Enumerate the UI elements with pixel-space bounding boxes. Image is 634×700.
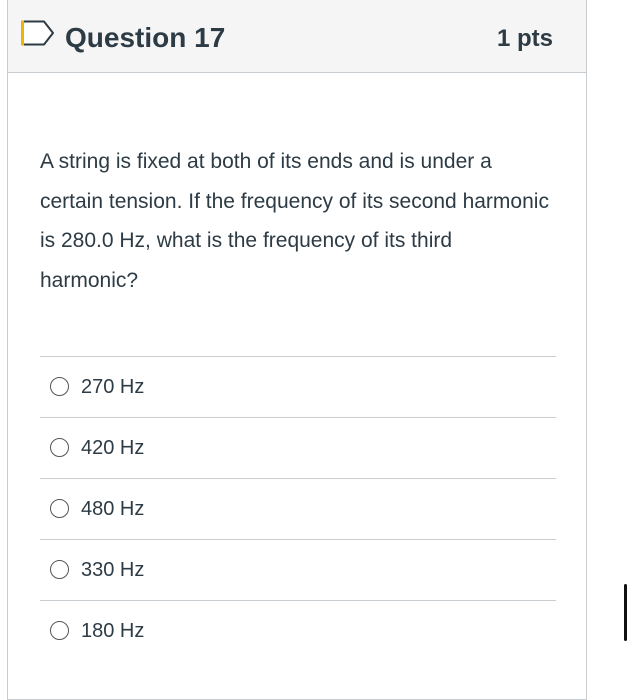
answer-option[interactable]: 180 Hz bbox=[40, 600, 556, 661]
answer-option[interactable]: 480 Hz bbox=[40, 478, 556, 539]
question-title: Question 17 bbox=[65, 22, 226, 53]
radio-button[interactable] bbox=[50, 621, 69, 640]
radio-button[interactable] bbox=[50, 560, 69, 579]
question-card: Question 17 1 pts A string is fixed at b… bbox=[7, 0, 587, 700]
flag-icon[interactable] bbox=[20, 20, 56, 46]
answer-option[interactable]: 330 Hz bbox=[40, 539, 556, 600]
question-header: Question 17 1 pts bbox=[8, 0, 586, 73]
radio-button[interactable] bbox=[50, 438, 69, 457]
answer-label: 330 Hz bbox=[81, 559, 145, 581]
question-text: A string is fixed at both of its ends an… bbox=[40, 150, 549, 292]
answer-label: 270 Hz bbox=[81, 376, 145, 398]
answer-list: 270 Hz 420 Hz 480 Hz 330 Hz 180 Hz bbox=[40, 356, 556, 661]
answer-label: 180 Hz bbox=[81, 620, 145, 642]
answer-label: 420 Hz bbox=[81, 437, 145, 459]
answer-label: 480 Hz bbox=[81, 498, 145, 520]
answer-option[interactable]: 420 Hz bbox=[40, 417, 556, 478]
answer-option[interactable]: 270 Hz bbox=[40, 356, 556, 417]
radio-button[interactable] bbox=[50, 499, 69, 518]
scrollbar[interactable] bbox=[624, 584, 627, 641]
radio-button[interactable] bbox=[50, 377, 69, 396]
question-points: 1 pts bbox=[496, 25, 553, 52]
